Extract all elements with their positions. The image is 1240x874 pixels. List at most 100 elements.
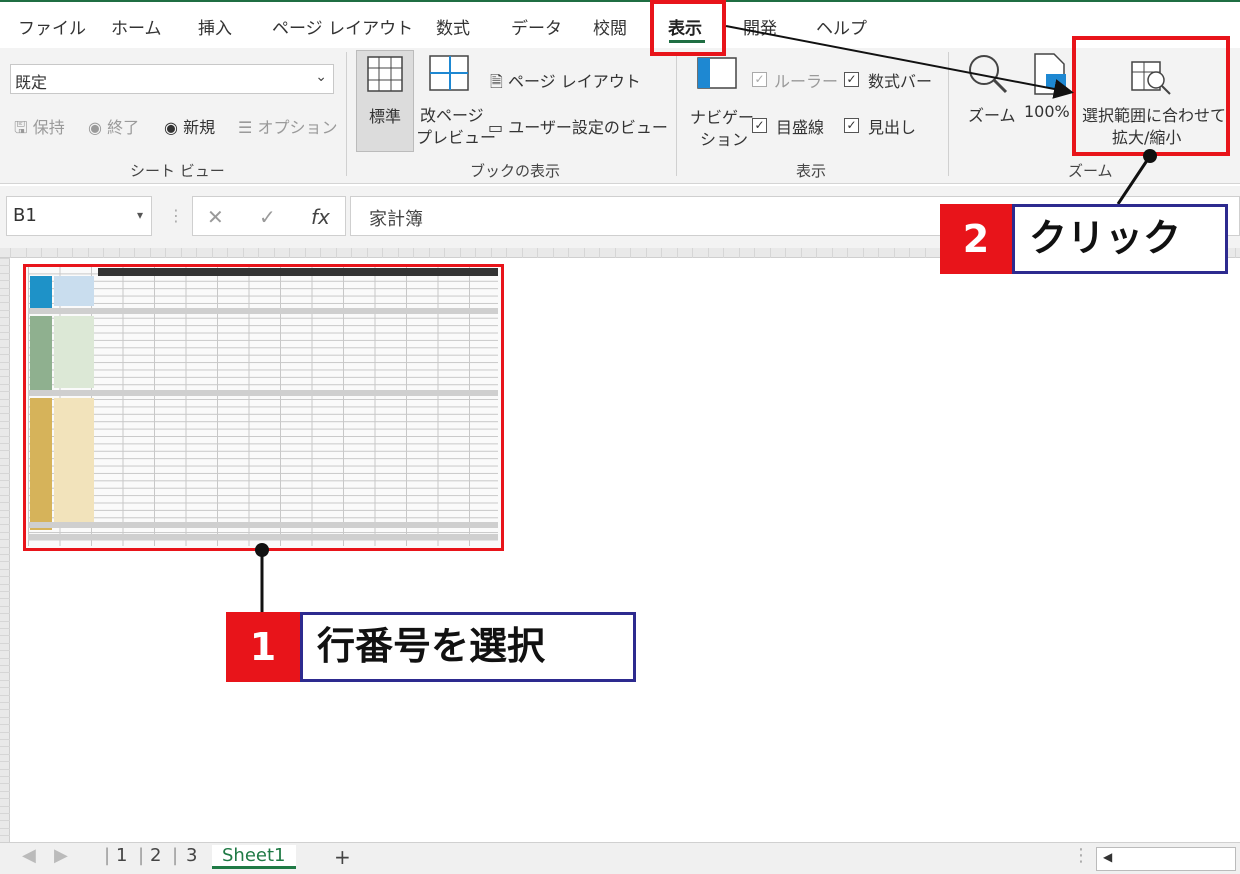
sheet-tab-2[interactable]: 2 — [150, 845, 161, 866]
name-box[interactable]: B1 ▾ — [6, 196, 152, 236]
column-header-divider — [320, 248, 321, 258]
tab-formulas[interactable]: 数式 — [436, 14, 470, 39]
exit-button[interactable]: ◉ 終了 — [88, 114, 139, 138]
sheet-tab-3[interactable]: 3 — [186, 845, 197, 866]
row-header-divider — [0, 443, 10, 444]
row-header-divider — [0, 813, 10, 814]
add-sheet-icon[interactable]: + — [334, 845, 351, 869]
save-icon: 🖫 — [14, 118, 28, 137]
chevron-down-icon: ⌄ — [315, 69, 327, 85]
options-button[interactable]: ☰ オプション — [238, 114, 337, 138]
new-view-button[interactable]: ◉ 新規 — [164, 114, 215, 138]
column-header-divider — [149, 248, 151, 258]
row-headers[interactable] — [0, 258, 10, 842]
zoom-button[interactable]: ズーム — [968, 102, 1016, 126]
sheet-tab-active[interactable]: Sheet1 — [212, 845, 296, 869]
tab-review[interactable]: 校閲 — [593, 14, 627, 39]
row-header-divider — [0, 687, 10, 689]
row-header-divider — [0, 428, 10, 430]
tab-insert[interactable]: 挿入 — [198, 14, 232, 39]
column-header-divider — [614, 248, 616, 258]
column-header-divider — [273, 248, 275, 258]
column-header-divider — [165, 248, 166, 258]
headings-checkbox[interactable]: ✓ — [844, 118, 859, 133]
sheet-view-select[interactable]: 既定 ⌄ — [10, 64, 334, 94]
row-header-divider — [0, 435, 10, 437]
cancel-icon[interactable]: ✕ — [207, 205, 224, 229]
tab-help[interactable]: ヘルプ — [816, 14, 867, 39]
group-divider — [346, 52, 347, 176]
row-header-divider — [0, 369, 10, 370]
tab-page-layout[interactable]: ページ レイアウト — [272, 14, 413, 39]
column-header-divider — [103, 248, 104, 258]
options-label: オプション — [257, 118, 338, 137]
custom-views-button[interactable]: ▭ ユーザー設定のビュー — [488, 114, 668, 138]
ruler-checkbox[interactable]: ✓ — [752, 72, 767, 87]
column-header-divider — [475, 248, 476, 258]
column-header-divider — [459, 248, 461, 258]
keep-button[interactable]: 🖫 保持 — [14, 114, 65, 144]
magnifier-icon — [969, 55, 1008, 94]
column-header-divider — [25, 248, 27, 258]
row-header-divider — [0, 413, 10, 415]
column-header-divider — [754, 248, 755, 258]
tab-home[interactable]: ホーム — [111, 14, 162, 39]
list-icon: ☰ — [238, 118, 253, 137]
group-label-workbook-views: ブックの表示 — [470, 162, 561, 180]
scroll-left-arrow-icon[interactable]: ◀ — [1103, 850, 1112, 864]
tab-file[interactable]: ファイル — [18, 14, 86, 39]
row-header-divider — [0, 657, 10, 659]
page-break-label-1[interactable]: 改ページ — [420, 102, 484, 126]
tab-data[interactable]: データ — [511, 14, 562, 39]
horizontal-scrollbar[interactable]: ◀ — [1096, 847, 1236, 871]
row-header-divider — [0, 295, 10, 296]
navigation-label-2[interactable]: ション — [700, 126, 748, 150]
row-header-divider — [0, 583, 10, 585]
tab-developer[interactable]: 開発 — [743, 14, 777, 39]
normal-view-button[interactable]: 標準 — [356, 50, 414, 152]
column-header-divider — [692, 248, 693, 258]
column-header-divider — [630, 248, 631, 258]
column-header-divider — [893, 248, 895, 258]
row-header-divider — [0, 272, 10, 274]
scroll-right-icon[interactable]: ▶ — [54, 845, 68, 866]
formula-bar-checkbox[interactable]: ✓ — [844, 72, 859, 87]
scroll-left-icon[interactable]: ◀ — [22, 845, 36, 866]
row-header-divider — [0, 361, 10, 363]
column-header-divider — [537, 248, 538, 258]
column-header-divider — [568, 248, 569, 258]
row-header-divider — [0, 776, 10, 777]
page-layout-button[interactable]: 🗎 ページ レイアウト — [490, 68, 641, 98]
column-header-divider — [676, 248, 678, 258]
gridlines-checkbox[interactable]: ✓ — [752, 118, 767, 133]
navigation-label-1[interactable]: ナビゲー — [690, 104, 754, 128]
row-header-divider — [0, 487, 10, 489]
worksheet[interactable] — [0, 248, 1240, 842]
row-header-divider — [0, 561, 10, 563]
row-header-divider — [0, 642, 10, 644]
page-break-label-2[interactable]: プレビュー — [416, 124, 496, 148]
row-header-divider — [0, 709, 10, 711]
column-header-divider — [289, 248, 290, 258]
fx-icon[interactable]: fx — [311, 205, 330, 229]
new-label: 新規 — [183, 118, 216, 137]
ruler-label: ルーラー — [774, 72, 839, 91]
row-header-divider — [0, 391, 10, 393]
enter-icon[interactable]: ✓ — [259, 205, 276, 229]
column-header-divider — [645, 248, 647, 258]
hundred-percent-button[interactable]: 100% — [1024, 102, 1070, 121]
column-header-divider — [847, 248, 848, 258]
exit-label: 終了 — [107, 118, 140, 137]
column-header-divider — [599, 248, 600, 258]
column-header-divider — [211, 248, 213, 258]
row-header-divider — [0, 376, 10, 378]
column-header-divider — [490, 248, 492, 258]
row-header-divider — [0, 480, 10, 481]
column-header-divider — [41, 248, 42, 258]
sheet-tab-1[interactable]: 1 — [116, 845, 127, 866]
column-header-divider — [924, 248, 926, 258]
tab-divider: | — [172, 845, 179, 866]
column-header-divider — [552, 248, 554, 258]
row-header-divider — [0, 517, 10, 518]
group-label-sheet-view: シート ビュー — [130, 162, 225, 180]
